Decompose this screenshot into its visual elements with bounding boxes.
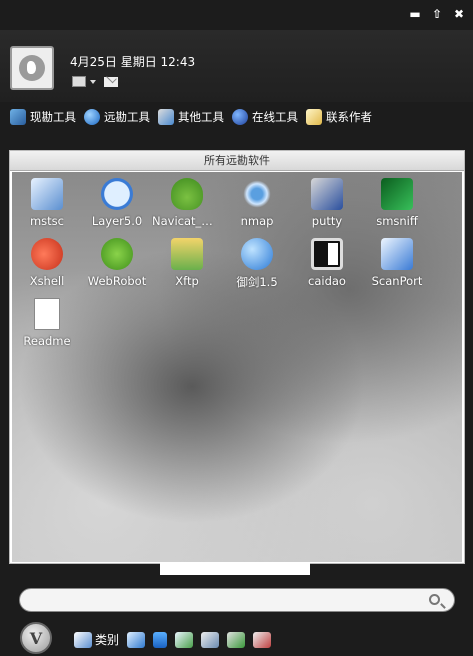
app-grid: mstsc Layer5.0 Navicat_M... nmap putty s… — [12, 178, 432, 358]
app-label: Xftp — [175, 274, 199, 288]
search-input[interactable] — [32, 592, 422, 608]
menu-item-label: 其他工具 — [178, 110, 224, 124]
app-nmap[interactable]: nmap — [222, 178, 292, 238]
menu-item-online-tools[interactable]: 在线工具 — [232, 109, 298, 125]
app-putty[interactable]: putty — [292, 178, 362, 238]
search-box — [19, 588, 455, 612]
add-window-icon[interactable] — [127, 631, 146, 648]
xshell-icon — [31, 238, 63, 270]
app-label: ScanPort — [371, 274, 423, 288]
desktop-area: mstsc Layer5.0 Navicat_M... nmap putty s… — [12, 172, 462, 562]
app-yujian[interactable]: 御剑1.5 — [222, 238, 292, 298]
close-button[interactable]: ✖ — [451, 6, 467, 22]
export-icon[interactable] — [175, 631, 194, 648]
layer-icon — [101, 178, 133, 210]
app-label: nmap — [240, 214, 274, 228]
document-icon — [34, 298, 60, 330]
app-navicat[interactable]: Navicat_M... — [152, 178, 222, 238]
status-icons — [72, 76, 118, 87]
category-icon — [74, 631, 92, 648]
category-button[interactable]: 类别 — [74, 631, 119, 648]
header: 4月25日 星期日 12:43 — [0, 30, 473, 102]
app-layer[interactable]: Layer5.0 — [82, 178, 152, 238]
webrobot-icon — [101, 238, 133, 270]
navicat-icon — [171, 178, 203, 210]
tools-icon — [10, 109, 26, 125]
caidao-icon — [311, 238, 343, 270]
app-label: WebRobot — [87, 274, 147, 288]
panel-footer-tab — [160, 563, 310, 575]
app-xshell[interactable]: Xshell — [12, 238, 82, 298]
tool-buttons: 类别 — [74, 631, 272, 648]
tool-remove-icon[interactable] — [253, 631, 272, 648]
app-webrobot[interactable]: WebRobot — [82, 238, 152, 298]
menu-item-label: 联系作者 — [326, 110, 372, 124]
nmap-eye-icon — [241, 178, 273, 210]
minimize-button[interactable]: ▬ — [407, 6, 423, 22]
software-panel: 所有远勘软件 mstsc Layer5.0 Navicat_M... nmap … — [9, 150, 465, 575]
title-bar: ▬ ⇧ ✖ — [0, 0, 473, 30]
globe-icon — [84, 109, 100, 125]
mail-icon[interactable] — [104, 76, 118, 87]
scanport-icon — [381, 238, 413, 270]
app-scanport[interactable]: ScanPort — [362, 238, 432, 298]
app-logo[interactable]: V — [20, 622, 52, 654]
app-label: Navicat_M... — [152, 214, 222, 228]
menu-item-label: 现勘工具 — [30, 110, 76, 124]
app-label: caidao — [308, 274, 346, 288]
search-icon[interactable] — [429, 594, 440, 605]
app-readme[interactable]: Readme — [12, 298, 82, 358]
putty-icon — [311, 178, 343, 210]
smsniff-icon — [381, 178, 413, 210]
ie-icon — [232, 109, 248, 125]
app-label: 御剑1.5 — [236, 275, 278, 289]
misc-tools-icon — [158, 109, 174, 125]
avatar[interactable] — [10, 46, 54, 90]
datetime-text: 4月25日 星期日 12:43 — [70, 55, 196, 69]
status-icon[interactable] — [72, 76, 86, 87]
app-mstsc[interactable]: mstsc — [12, 178, 82, 238]
sort-arrows-icon[interactable] — [153, 631, 168, 648]
menu-item-label: 在线工具 — [252, 110, 298, 124]
app-label: putty — [311, 214, 343, 228]
category-label: 类别 — [95, 633, 120, 647]
app-label: Xshell — [29, 274, 65, 288]
app-label: mstsc — [29, 214, 65, 228]
menu-item-contact-author[interactable]: 联系作者 — [306, 109, 372, 125]
tool-add-icon[interactable] — [227, 631, 246, 648]
pin-button[interactable]: ⇧ — [429, 6, 445, 22]
globe-icon — [19, 55, 45, 81]
settings-icon[interactable] — [201, 631, 220, 648]
contact-icon — [306, 109, 322, 125]
remote-desktop-icon — [31, 178, 63, 210]
app-caidao[interactable]: caidao — [292, 238, 362, 298]
chevron-down-icon[interactable] — [90, 79, 96, 84]
menu-item-remote-tools[interactable]: 远勘工具 — [84, 109, 150, 125]
menu-item-onsite-tools[interactable]: 现勘工具 — [10, 109, 76, 125]
bottom-toolbar: V 类别 — [0, 620, 473, 656]
app-label: Layer5.0 — [91, 214, 143, 228]
panel-title: 所有远勘软件 — [10, 151, 464, 171]
window-controls: ▬ ⇧ ✖ — [407, 6, 467, 22]
menu-bar: 现勘工具 远勘工具 其他工具 在线工具 联系作者 — [0, 104, 473, 130]
menu-item-label: 远勘工具 — [104, 110, 150, 124]
app-smsniff[interactable]: smsniff — [362, 178, 432, 238]
xftp-icon — [171, 238, 203, 270]
yujian-icon — [241, 238, 273, 270]
app-label: smsniff — [376, 214, 418, 228]
app-label: Readme — [23, 334, 71, 348]
app-xftp[interactable]: Xftp — [152, 238, 222, 298]
menu-item-other-tools[interactable]: 其他工具 — [158, 109, 224, 125]
